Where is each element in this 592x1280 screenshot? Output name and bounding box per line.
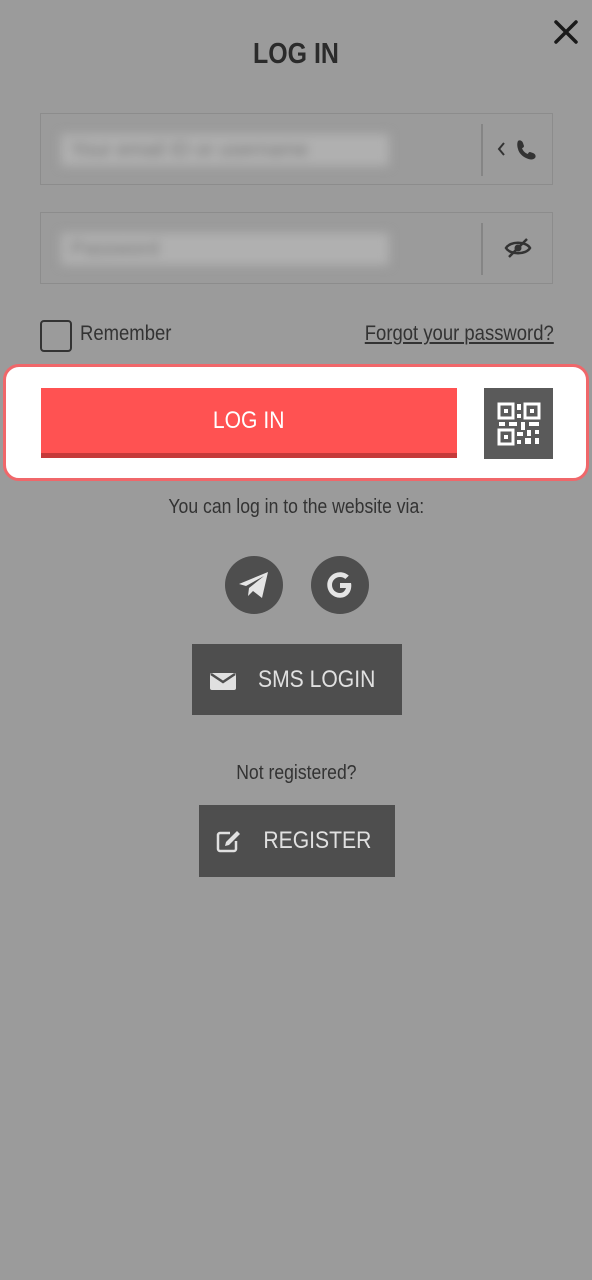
phone-switch-icon <box>497 140 536 160</box>
not-registered-text: Not registered? <box>235 762 357 784</box>
phone-toggle[interactable] <box>483 114 553 184</box>
login-button[interactable]: LOG IN <box>41 388 457 458</box>
register-label: REGISTER <box>263 827 371 854</box>
eye-slash-icon <box>504 238 532 258</box>
forgot-password-link[interactable]: Forgot your password? <box>365 322 554 346</box>
sms-login-button[interactable]: SMS LOGIN <box>192 644 402 715</box>
page-title: LOG IN <box>253 38 339 70</box>
telegram-login-button[interactable] <box>225 556 283 614</box>
login-via-text: You can log in to the website via: <box>168 496 424 518</box>
login-placeholder: Your email ID or username <box>71 138 309 161</box>
remember-label: Remember <box>80 322 172 345</box>
google-login-button[interactable] <box>311 556 369 614</box>
envelope-icon <box>210 672 237 690</box>
password-placeholder: Password <box>71 237 159 260</box>
telegram-icon <box>239 572 268 598</box>
edit-icon <box>216 831 240 853</box>
password-visibility-toggle[interactable] <box>483 213 553 283</box>
qr-login-button[interactable] <box>484 388 553 459</box>
sms-login-label: SMS LOGIN <box>258 665 376 693</box>
google-icon <box>327 572 352 598</box>
qr-code-icon <box>497 402 540 445</box>
register-button[interactable]: REGISTER <box>199 805 395 877</box>
remember-checkbox[interactable] <box>40 320 72 352</box>
close-button[interactable] <box>548 14 584 50</box>
login-button-label: LOG IN <box>213 406 285 434</box>
login-field[interactable]: Your email ID or username <box>40 113 553 185</box>
password-input[interactable]: Password <box>61 233 389 265</box>
login-input[interactable]: Your email ID or username <box>61 134 389 166</box>
password-field[interactable]: Password <box>40 212 553 284</box>
close-icon[interactable] <box>548 14 584 50</box>
